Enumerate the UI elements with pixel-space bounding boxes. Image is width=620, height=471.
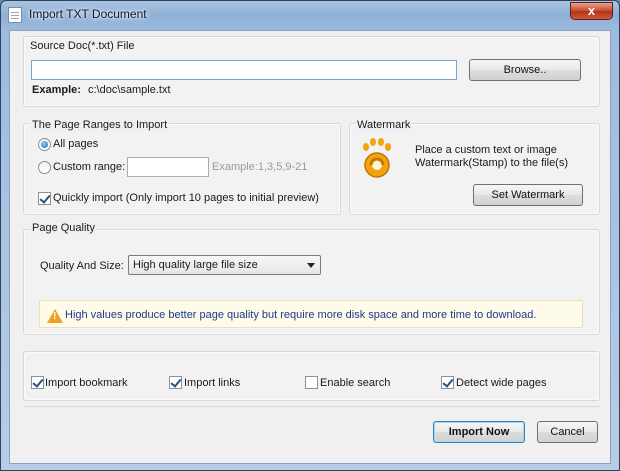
quality-warning: High values produce better page quality … [39,300,583,328]
browse-button[interactable]: Browse.. [469,59,581,81]
source-section-title: Source Doc(*.txt) File [30,40,135,52]
warning-icon [47,309,63,323]
watermark-logo-icon [363,138,391,178]
page-quality-title: Page Quality [30,222,97,234]
import-now-button[interactable]: Import Now [433,421,525,443]
custom-range-input[interactable] [127,157,209,177]
quality-select[interactable]: High quality large file size [128,255,321,275]
set-watermark-button[interactable]: Set Watermark [473,184,583,206]
detect-wide-pages-label: Detect wide pages [456,377,547,389]
source-path-input[interactable] [31,60,457,80]
footer-separator [23,406,600,407]
watermark-desc-line1: Place a custom text or image [415,144,557,156]
dialog-window: Import TXT Document x Source Doc(*.txt) … [0,0,620,471]
example-label: Example: c:\doc\sample.txt [32,84,171,96]
warning-text: High values produce better page quality … [65,309,537,321]
custom-range-label: Custom range: [53,161,126,173]
document-icon [8,7,22,23]
quality-selected-value: High quality large file size [133,259,258,271]
chevron-down-icon [307,263,315,268]
close-button[interactable]: x [570,2,613,20]
title-bar[interactable]: Import TXT Document x [1,1,619,29]
watermark-title: Watermark [355,119,413,131]
cancel-button[interactable]: Cancel [537,421,598,443]
dialog-content: Source Doc(*.txt) File Browse.. Example:… [9,30,611,464]
example-path: c:\doc\sample.txt [87,84,171,96]
enable-search-checkbox[interactable] [305,376,318,389]
enable-search-label: Enable search [320,377,391,389]
detect-wide-pages-checkbox[interactable] [441,376,454,389]
quality-size-label: Quality And Size: [40,260,124,272]
all-pages-label: All pages [53,138,99,150]
all-pages-radio[interactable] [38,138,51,151]
import-links-checkbox[interactable] [169,376,182,389]
quick-import-checkbox[interactable] [38,192,51,205]
watermark-desc-line2: Watermark(Stamp) to the file(s) [415,157,569,169]
quick-import-label: Quickly import (Only import 10 pages to … [53,192,319,204]
page-ranges-title: The Page Ranges to Import [30,119,170,131]
example-prefix: Example: [32,84,81,96]
custom-range-example: Example:1,3,5,9-21 [212,161,308,173]
import-links-label: Import links [184,377,241,389]
window-title: Import TXT Document [29,7,147,21]
custom-range-radio[interactable] [38,161,51,174]
import-bookmark-label: Import bookmark [45,377,128,389]
import-bookmark-checkbox[interactable] [31,376,44,389]
